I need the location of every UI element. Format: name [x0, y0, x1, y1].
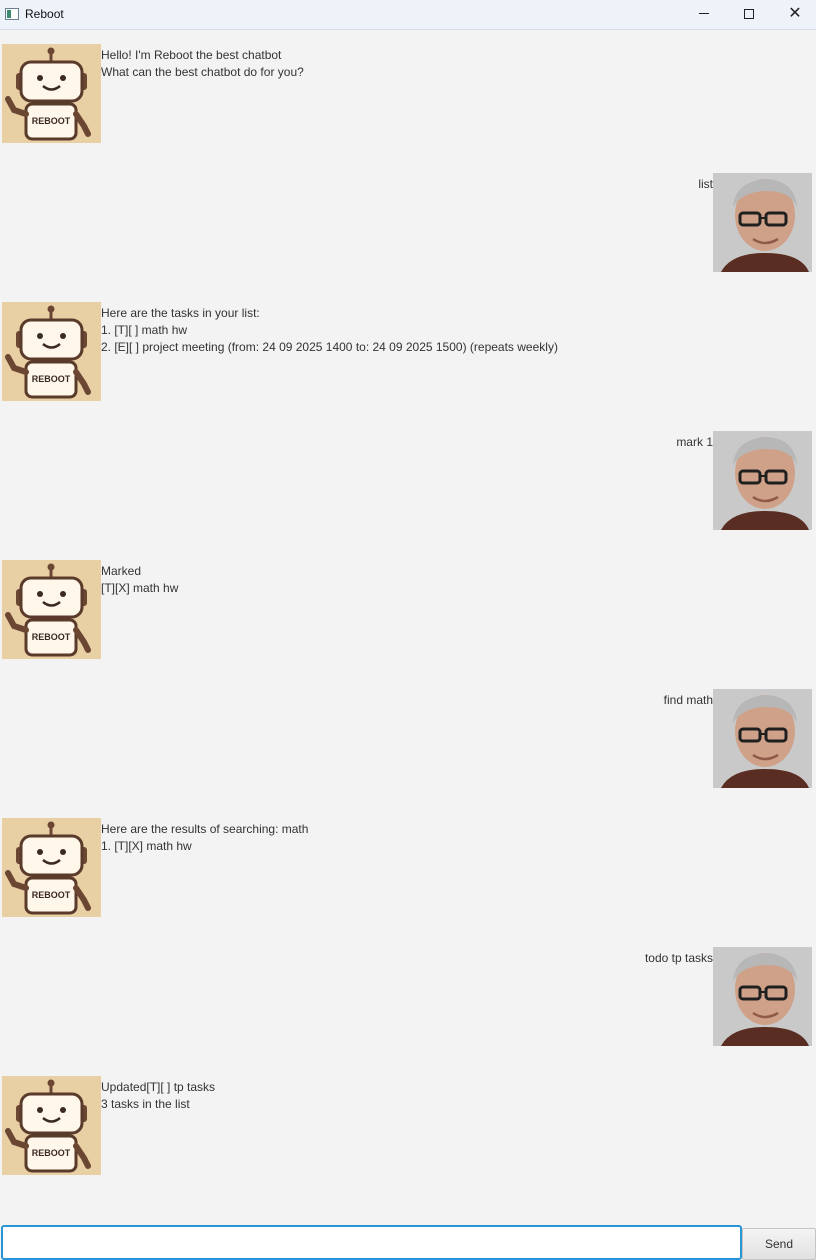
bot-message-row: REBOOT Here are the results of searching…: [0, 805, 816, 917]
bot-message-text: Marked [T][X] math hw: [101, 564, 179, 595]
user-avatar: [713, 431, 812, 530]
bot-avatar-label: REBOOT: [32, 632, 71, 642]
bot-message-text: Here are the results of searching: math …: [101, 822, 309, 853]
robot-avatar-icon: REBOOT: [2, 818, 101, 917]
user-message-text: list: [698, 177, 713, 191]
bot-avatar-label: REBOOT: [32, 116, 71, 126]
minimize-icon: [699, 13, 709, 15]
send-button[interactable]: Send: [742, 1228, 816, 1260]
maximize-button[interactable]: [726, 0, 772, 30]
input-row: Send: [0, 1222, 816, 1260]
user-message-row: find math: [0, 676, 816, 788]
robot-avatar-icon: REBOOT: [2, 44, 101, 143]
minimize-button[interactable]: [681, 0, 727, 30]
user-avatar: [713, 173, 812, 272]
robot-avatar-icon: REBOOT: [2, 302, 101, 401]
message-input[interactable]: [1, 1225, 742, 1260]
bot-message-text: Here are the tasks in your list: 1. [T][…: [101, 306, 558, 354]
window-title: Reboot: [25, 7, 64, 21]
bot-message-row: REBOOT Marked [T][X] math hw: [0, 547, 816, 659]
robot-avatar-icon: REBOOT: [2, 560, 101, 659]
bot-avatar-label: REBOOT: [32, 890, 71, 900]
bot-message-row: REBOOT Updated[T][ ] tp tasks 3 tasks in…: [0, 1063, 816, 1175]
user-message-row: todo tp tasks: [0, 934, 816, 1046]
close-icon: ✕: [788, 5, 802, 22]
maximize-icon: [744, 8, 754, 19]
robot-avatar-icon: REBOOT: [2, 1076, 101, 1175]
bot-avatar-label: REBOOT: [32, 1148, 71, 1158]
user-message-text: find math: [663, 693, 713, 707]
title-bar: Reboot ✕: [0, 0, 816, 30]
bot-message-text: Hello! I'm Reboot the best chatbot What …: [101, 48, 304, 79]
bot-avatar-label: REBOOT: [32, 374, 71, 384]
dialog-list[interactable]: REBOOT Hello! I'm Reboot the best chatbo…: [0, 31, 816, 1222]
user-message-row: list: [0, 160, 816, 272]
bot-message-text: Updated[T][ ] tp tasks 3 tasks in the li…: [101, 1080, 216, 1111]
close-button[interactable]: ✕: [772, 0, 816, 30]
bot-message-row: REBOOT Hello! I'm Reboot the best chatbo…: [0, 31, 816, 143]
user-avatar: [713, 689, 812, 788]
bot-message-row: REBOOT Here are the tasks in your list: …: [0, 289, 816, 401]
window-app-icon: [5, 8, 19, 20]
user-message-row: mark 1: [0, 418, 816, 530]
user-avatar: [713, 947, 812, 1046]
user-message-text: mark 1: [676, 435, 713, 449]
user-message-text: todo tp tasks: [644, 951, 713, 965]
